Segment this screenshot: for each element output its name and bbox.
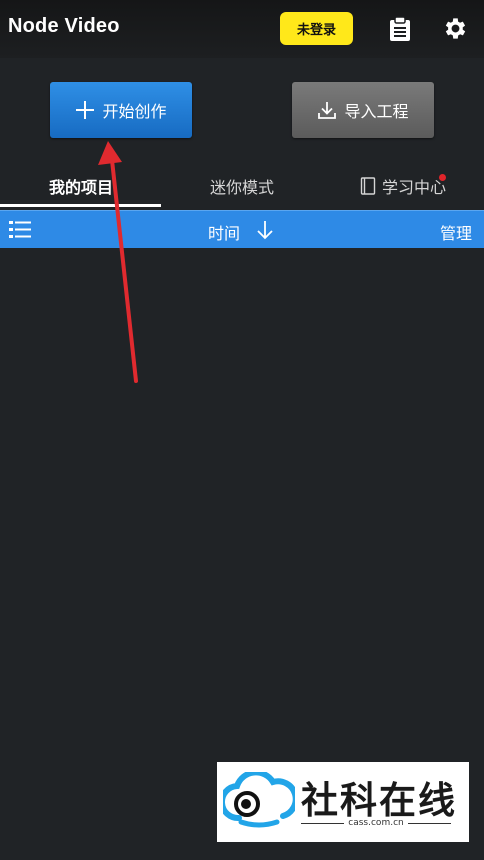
plus-icon (76, 101, 95, 119)
watermark-text: 社科在线 (301, 779, 457, 822)
login-button[interactable]: 未登录 (280, 12, 353, 45)
notification-dot (439, 174, 446, 181)
watermark-badge: 社科在线 cass.com.cn (217, 762, 469, 842)
watermark-url: cass.com.cn (348, 818, 404, 828)
watermark-url-row: cass.com.cn (301, 818, 451, 828)
tab-bar: 我的项目 迷你模式 学习中心 (0, 166, 484, 208)
active-tab-indicator (0, 204, 161, 207)
tab-learning-center-label: 学习中心 (381, 178, 446, 197)
start-create-label: 开始创作 (102, 102, 167, 121)
start-create-button[interactable]: 开始创作 (50, 82, 192, 138)
list-icon[interactable] (9, 220, 31, 239)
cloud-eye-logo-icon (223, 772, 295, 828)
book-icon (360, 177, 376, 195)
app-screen: Node Video 未登录 开始创作 导入工程 我的项目 迷你模式 学习中心 … (0, 0, 484, 860)
manage-button[interactable]: 管理 (440, 220, 472, 244)
sort-bar: 时间 管理 (0, 210, 484, 248)
app-title: Node Video (8, 15, 120, 37)
top-bar: Node Video 未登录 (0, 0, 484, 58)
tab-my-projects[interactable]: 我的项目 (0, 166, 162, 206)
arrow-down-icon[interactable] (256, 220, 274, 240)
clipboard-icon[interactable] (388, 16, 412, 42)
import-project-button[interactable]: 导入工程 (292, 82, 434, 138)
watermark-divider (301, 822, 345, 824)
sort-by-time[interactable]: 时间 (208, 220, 240, 244)
tab-mini-mode[interactable]: 迷你模式 (162, 166, 322, 206)
download-icon (318, 102, 337, 119)
gear-icon[interactable] (442, 15, 469, 42)
import-project-label: 导入工程 (344, 102, 409, 121)
watermark-divider (407, 822, 451, 824)
tab-learning-center[interactable]: 学习中心 (322, 166, 484, 206)
